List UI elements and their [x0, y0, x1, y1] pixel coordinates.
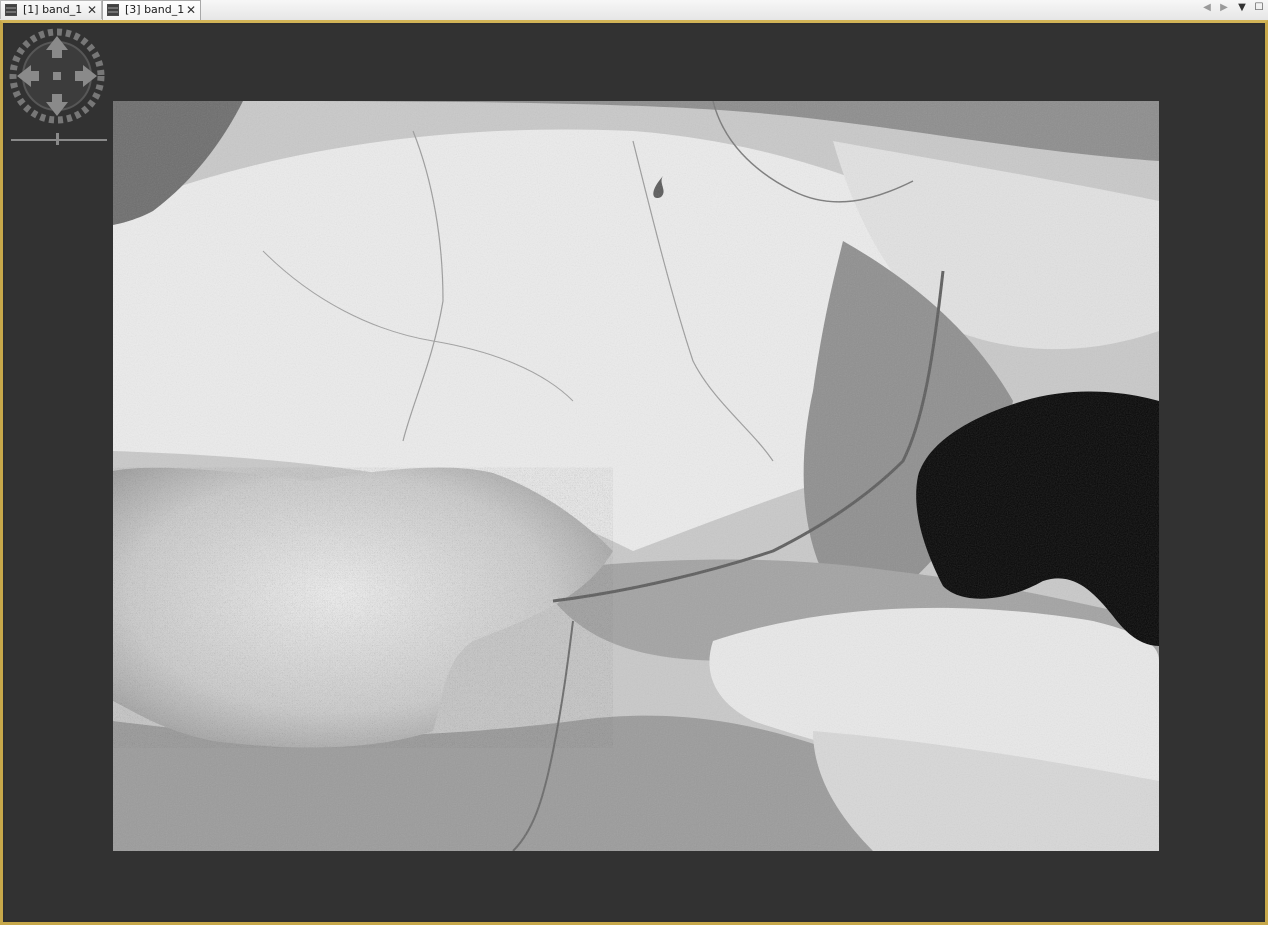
satellite-raster-image[interactable] — [113, 101, 1159, 851]
zoom-slider-track[interactable] — [11, 139, 107, 141]
tab-band-1-view-3[interactable]: [3] band_1 ✕ — [102, 0, 201, 21]
pan-rotate-wheel-icon[interactable] — [8, 28, 106, 128]
tab-label: [3] band_1 — [125, 3, 185, 16]
tab-menu-icon[interactable]: ▼ — [1236, 1, 1248, 15]
satellite-image — [113, 101, 1159, 851]
tab-band-1-view-1[interactable]: [1] band_1 ✕ — [0, 0, 102, 19]
maximize-window-icon[interactable]: ☐ — [1253, 1, 1265, 15]
center-view-icon — [53, 72, 61, 80]
image-canvas[interactable] — [5, 25, 1263, 920]
close-tab-icon[interactable]: ✕ — [186, 1, 196, 19]
navigation-control[interactable] — [8, 28, 107, 148]
raster-band-icon — [5, 4, 17, 16]
document-tab-bar: [1] band_1 ✕ [3] band_1 ✕ ◀ ▶ ▼ ☐ — [0, 0, 1268, 21]
scroll-tabs-right-icon[interactable]: ▶ — [1218, 1, 1230, 15]
scroll-tabs-left-icon[interactable]: ◀ — [1201, 1, 1213, 15]
zoom-slider-thumb[interactable] — [56, 133, 59, 145]
image-view-frame — [0, 20, 1268, 925]
tab-label: [1] band_1 — [23, 3, 83, 16]
close-tab-icon[interactable]: ✕ — [87, 1, 97, 19]
raster-band-icon — [107, 4, 119, 16]
